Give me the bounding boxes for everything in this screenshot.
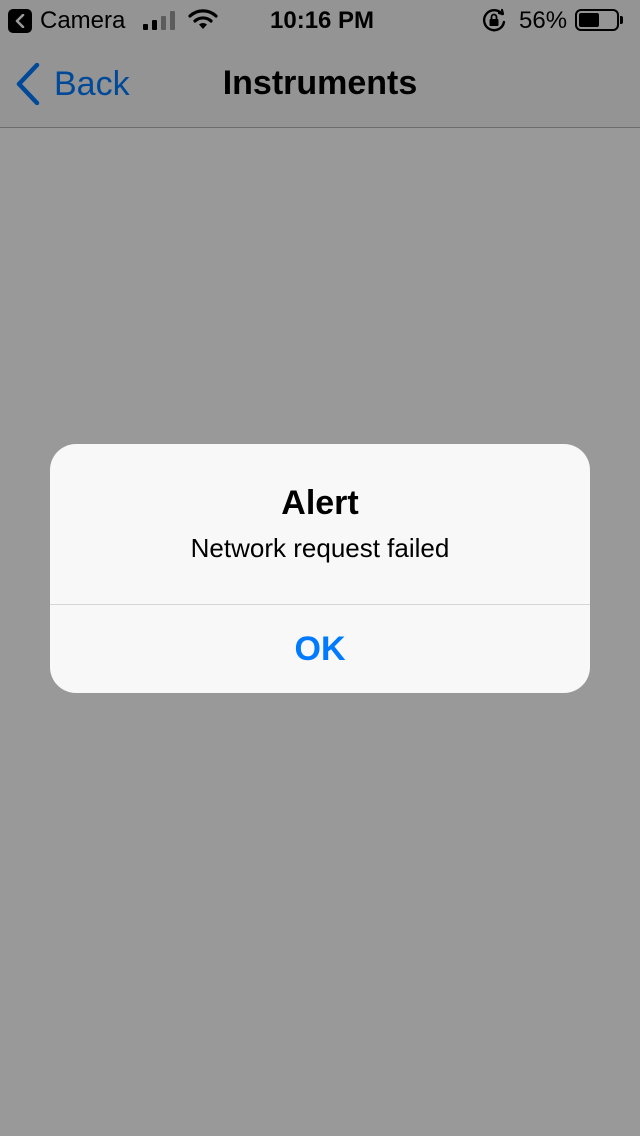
ok-button[interactable]: OK: [50, 605, 590, 693]
alert-dialog: Alert Network request failed OK: [50, 444, 590, 693]
alert-title: Alert: [281, 484, 359, 522]
alert-message: Network request failed: [190, 533, 450, 563]
